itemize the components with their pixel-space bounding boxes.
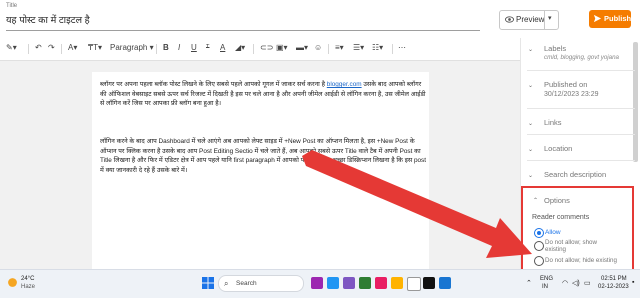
app-icon[interactable] [343,277,355,289]
video-icon[interactable]: ▬▾ [296,43,308,52]
chevron-down-icon[interactable]: ▾ [548,14,552,22]
editor-paragraph-1[interactable]: ब्लॉगर पर अपना पहला ब्लॉक पोस्ट लिखने के… [100,80,428,109]
numbered-list-icon[interactable]: ☷▾ [372,43,383,52]
search-icon: ⌕ [224,279,229,288]
toolbar-divider [156,44,157,54]
weather-description: Haze [21,284,36,290]
language-code[interactable]: ENG [540,276,553,282]
preview-divider [544,11,545,29]
paragraph-text: ब्लॉगर पर अपना पहला ब्लॉक पोस्ट लिखने के… [100,81,327,88]
chevron-down-icon[interactable]: ⌄ [528,120,533,127]
search-label: Search [236,280,257,287]
chevron-up-icon[interactable]: ⌃ [526,279,532,287]
published-on-section[interactable]: Published on [544,80,587,89]
red-arrow-annotation [302,150,532,258]
image-icon[interactable]: ▣▾ [276,43,288,52]
app-icon[interactable] [311,277,323,289]
text-color-icon[interactable]: A [220,43,225,52]
send-icon [593,14,602,23]
app-icon[interactable] [375,277,387,289]
toolbar-divider [328,44,329,54]
eye-icon [505,16,514,23]
clock-date: 02-12-2023 [598,284,629,290]
redo-icon[interactable]: ↷ [48,43,55,52]
windows-start-icon[interactable] [202,277,214,289]
sidebar-divider [527,160,635,161]
align-icon[interactable]: ≡▾ [335,43,344,52]
strikethrough-icon[interactable]: ᵀ [206,43,209,52]
post-title-input[interactable]: यह पोस्ट का में टाइटल है [6,13,90,26]
highlight-icon[interactable]: ◢▾ [235,43,245,52]
sidebar-divider [527,108,635,109]
title-caption: Title [6,3,18,9]
toolbar-divider [61,44,62,54]
weather-sun-icon[interactable] [7,277,18,288]
app-icon[interactable] [423,277,435,289]
formatting-toolbar: ✎▾ ↶ ↷ A▾ ₸T▾ Paragraph ▾ B I U ᵀ A ◢▾ ⊂… [0,38,520,61]
blogger-link[interactable]: blogger.com [327,81,362,88]
chevron-down-icon[interactable]: ⌄ [528,46,533,53]
underline-icon[interactable]: U [191,43,197,52]
location-section[interactable]: Location [544,144,572,153]
title-underline [6,30,480,31]
bold-icon[interactable]: B [163,43,169,52]
paragraph-label: Paragraph [110,43,148,52]
sidebar-divider [527,134,635,135]
emoji-icon[interactable]: ☺ [314,43,322,52]
taskbar-search-box[interactable]: ⌕ Search [218,275,304,292]
radio-no-allow-show-label: Do not allow; show [545,239,597,246]
publish-button[interactable]: Publish [589,10,631,28]
link-icon[interactable]: ⊂⊃ [260,43,273,52]
options-section[interactable]: Options [544,196,570,205]
battery-icon[interactable]: ▭ [584,279,591,287]
radio-allow-label: Allow [545,229,561,236]
app-icon[interactable] [439,277,451,289]
sidebar-divider [527,70,635,71]
more-options-icon[interactable]: ⋯ [398,43,406,52]
italic-icon[interactable]: I [178,43,180,52]
text-size-icon[interactable]: ₸T▾ [88,43,102,52]
links-section[interactable]: Links [544,118,562,127]
font-size-icon[interactable]: A▾ [68,43,77,52]
chevron-down-icon[interactable]: ⌄ [528,82,533,89]
wifi-icon[interactable]: ◠ [562,279,568,287]
language-region: IN [542,284,548,290]
chrome-icon[interactable] [407,277,421,291]
pencil-icon[interactable]: ✎▾ [6,43,17,52]
labels-value: cmld, blogging, govt yojana [544,54,619,61]
paragraph-dropdown[interactable]: Paragraph ▾ [110,43,154,52]
speaker-icon[interactable]: ◁) [572,279,580,287]
clock-time[interactable]: 02:51 PM [601,276,627,282]
undo-icon[interactable]: ↶ [35,43,42,52]
published-date: 30/12/2023 23:29 [544,91,599,98]
notification-icon[interactable]: ▪ [632,279,634,286]
preview-label: Preview [516,15,545,24]
toolbar-divider [392,44,393,54]
labels-section[interactable]: Labels [544,44,566,53]
toolbar-divider [253,44,254,54]
publish-label: Publish [604,14,632,23]
sidebar-scrollbar[interactable] [633,42,638,162]
toolbar-divider [28,44,29,54]
preview-button[interactable]: Preview ▾ [499,10,559,30]
file-explorer-icon[interactable] [391,277,403,289]
list-icon[interactable]: ☰▾ [353,43,364,52]
app-icon[interactable] [327,277,339,289]
radio-no-allow-show-label-2: existing [545,246,566,253]
radio-no-allow-hide-label: Do not allow; hide existing [545,257,617,264]
app-icon[interactable] [359,277,371,289]
weather-temperature[interactable]: 24°C [21,276,34,282]
search-description-section[interactable]: Search description [544,170,606,179]
reader-comments-label: Reader comments [532,214,590,221]
